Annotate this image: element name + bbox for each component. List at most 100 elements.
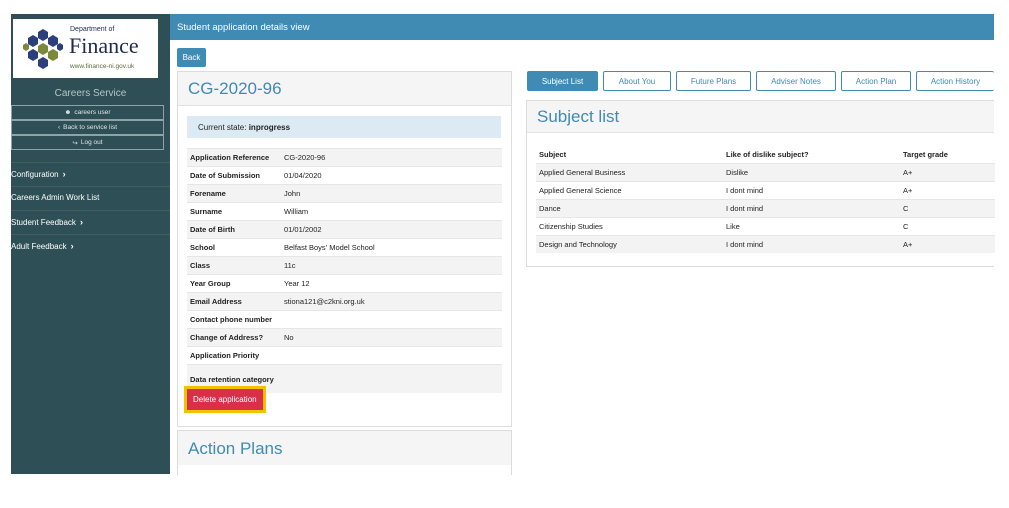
table-row: Date of Submission 01/04/2020 bbox=[187, 166, 502, 185]
department-logo: Department of Finance www.finance-ni.gov… bbox=[13, 19, 158, 78]
subject-cell: Design and Technology bbox=[536, 235, 723, 253]
detail-value: William bbox=[281, 202, 502, 221]
detail-value: CG-2020-96 bbox=[281, 148, 502, 167]
grade-cell: C bbox=[900, 217, 995, 236]
back-to-service-list-link[interactable]: ‹ Back to service list bbox=[11, 120, 164, 135]
nav-item-configuration[interactable]: Configuration › bbox=[11, 169, 66, 179]
detail-value bbox=[281, 310, 502, 329]
table-row: Citizenship Studies Like C bbox=[536, 217, 995, 236]
detail-value bbox=[281, 364, 502, 393]
table-row: School Belfast Boys' Model School bbox=[187, 238, 502, 257]
nav-item-adult-feedback[interactable]: Adult Feedback › bbox=[11, 241, 74, 251]
chevron-right-icon: › bbox=[70, 241, 74, 251]
nav-divider bbox=[11, 186, 170, 187]
application-details-panel: CG-2020-96 Current state: inprogress App… bbox=[177, 71, 512, 427]
delete-button-highlight: Delete application bbox=[184, 386, 266, 413]
table-row: Class 11c bbox=[187, 256, 502, 275]
detail-key: Date of Submission bbox=[187, 166, 281, 185]
action-plans-title: Action Plans bbox=[178, 431, 511, 465]
detail-value: 01/01/2002 bbox=[281, 220, 502, 239]
grade-cell: A+ bbox=[900, 235, 995, 253]
table-row: Year Group Year 12 bbox=[187, 274, 502, 293]
nav-item-careers-admin-work-list[interactable]: Careers Admin Work List bbox=[11, 193, 99, 202]
detail-key: Year Group bbox=[187, 274, 281, 293]
tab-action-history[interactable]: Action History bbox=[916, 71, 994, 91]
table-row: Surname William bbox=[187, 202, 502, 221]
application-details-table: Application Reference CG-2020-96 Date of … bbox=[187, 148, 502, 393]
subject-cell: Citizenship Studies bbox=[536, 217, 723, 236]
nav-item-label: Careers Admin Work List bbox=[11, 193, 100, 202]
table-row: Forename John bbox=[187, 184, 502, 203]
logo-url-text: www.finance-ni.gov.uk bbox=[70, 63, 135, 70]
back-button[interactable]: Back bbox=[177, 48, 206, 67]
table-row: Design and Technology I dont mind A+ bbox=[536, 235, 995, 253]
table-row: Application Reference CG-2020-96 bbox=[187, 148, 502, 167]
tab-adviser-notes[interactable]: Adviser Notes bbox=[756, 71, 836, 91]
column-header-like: Like of dislike subject? bbox=[726, 150, 809, 159]
chevron-right-icon: › bbox=[79, 217, 83, 227]
tab-subject-list[interactable]: Subject List bbox=[527, 71, 598, 91]
grade-cell: A+ bbox=[900, 181, 995, 200]
current-state-label: Current state: bbox=[198, 122, 247, 132]
user-icon: ☻ bbox=[64, 109, 72, 116]
chevron-left-icon: ‹ bbox=[58, 124, 61, 131]
column-header-target-grade: Target grade bbox=[903, 150, 948, 159]
hexagon-logo-icon bbox=[23, 29, 63, 69]
detail-key: Change of Address? bbox=[187, 328, 281, 347]
service-title: Careers Service bbox=[54, 88, 127, 99]
nav-item-label: Adult Feedback bbox=[11, 241, 67, 251]
grade-cell: A+ bbox=[900, 163, 995, 182]
like-cell: I dont mind bbox=[723, 199, 900, 218]
table-row: Email Address stiona121@c2kni.org.uk bbox=[187, 292, 502, 311]
tab-future-plans[interactable]: Future Plans bbox=[676, 71, 751, 91]
detail-value: Year 12 bbox=[281, 274, 502, 293]
subject-list-table: Subject Like of dislike subject? Target … bbox=[536, 146, 995, 253]
tab-action-plan[interactable]: Action Plan bbox=[841, 71, 911, 91]
detail-key: Application Priority bbox=[187, 346, 281, 365]
like-cell: Like bbox=[723, 217, 900, 236]
table-row: Date of Birth 01/01/2002 bbox=[187, 220, 502, 239]
like-cell: Dislike bbox=[723, 163, 900, 182]
logo-finance-text: Finance bbox=[69, 33, 139, 58]
detail-key: Email Address bbox=[187, 292, 281, 311]
column-header-subject: Subject bbox=[539, 150, 567, 159]
current-state-box: Current state: inprogress bbox=[187, 116, 501, 138]
user-link[interactable]: ☻ careers user bbox=[11, 105, 164, 120]
tab-about-you[interactable]: About You bbox=[603, 71, 671, 91]
current-state-value: inprogress bbox=[248, 122, 291, 132]
detail-value: 01/04/2020 bbox=[281, 166, 502, 185]
subject-list-panel: Subject list Subject Like of dislike sub… bbox=[526, 100, 995, 267]
detail-key: Class bbox=[187, 256, 281, 275]
like-cell: I dont mind bbox=[723, 181, 900, 200]
detail-key: Application Reference bbox=[187, 148, 281, 167]
nav-divider bbox=[11, 234, 170, 235]
table-row: Dance I dont mind C bbox=[536, 199, 995, 218]
detail-key: Contact phone number bbox=[187, 310, 281, 329]
detail-key: School bbox=[187, 238, 281, 257]
page-title: Student application details view bbox=[177, 21, 310, 33]
logo-department-text: Department of bbox=[70, 26, 115, 33]
subject-cell: Applied General Science bbox=[536, 181, 723, 200]
nav-item-label: Student Feedback bbox=[11, 217, 76, 227]
detail-key: Surname bbox=[187, 202, 281, 221]
detail-value: stiona121@c2kni.org.uk bbox=[281, 292, 502, 311]
table-row: Application Priority bbox=[187, 346, 502, 365]
sidebar: Department of Finance www.finance-ni.gov… bbox=[11, 14, 170, 474]
subject-cell: Applied General Business bbox=[536, 163, 723, 182]
grade-cell: C bbox=[900, 199, 995, 218]
user-link-label: careers user bbox=[74, 109, 111, 116]
delete-application-button[interactable]: Delete application bbox=[187, 389, 263, 410]
table-row: Change of Address? No bbox=[187, 328, 502, 347]
table-header-row: Subject Like of dislike subject? Target … bbox=[536, 146, 995, 164]
table-row: Applied General Business Dislike A+ bbox=[536, 163, 995, 182]
subject-cell: Dance bbox=[536, 199, 723, 218]
nav-divider bbox=[11, 162, 170, 163]
action-plans-panel: Action Plans bbox=[177, 430, 512, 475]
table-row: Applied General Science I dont mind A+ bbox=[536, 181, 995, 200]
table-row: Contact phone number bbox=[187, 310, 502, 329]
detail-value: Belfast Boys' Model School bbox=[281, 238, 502, 257]
logout-icon: ↪ bbox=[72, 139, 78, 147]
nav-item-student-feedback[interactable]: Student Feedback › bbox=[11, 217, 83, 227]
logout-link[interactable]: ↪ Log out bbox=[11, 135, 164, 150]
detail-value: No bbox=[281, 328, 502, 347]
